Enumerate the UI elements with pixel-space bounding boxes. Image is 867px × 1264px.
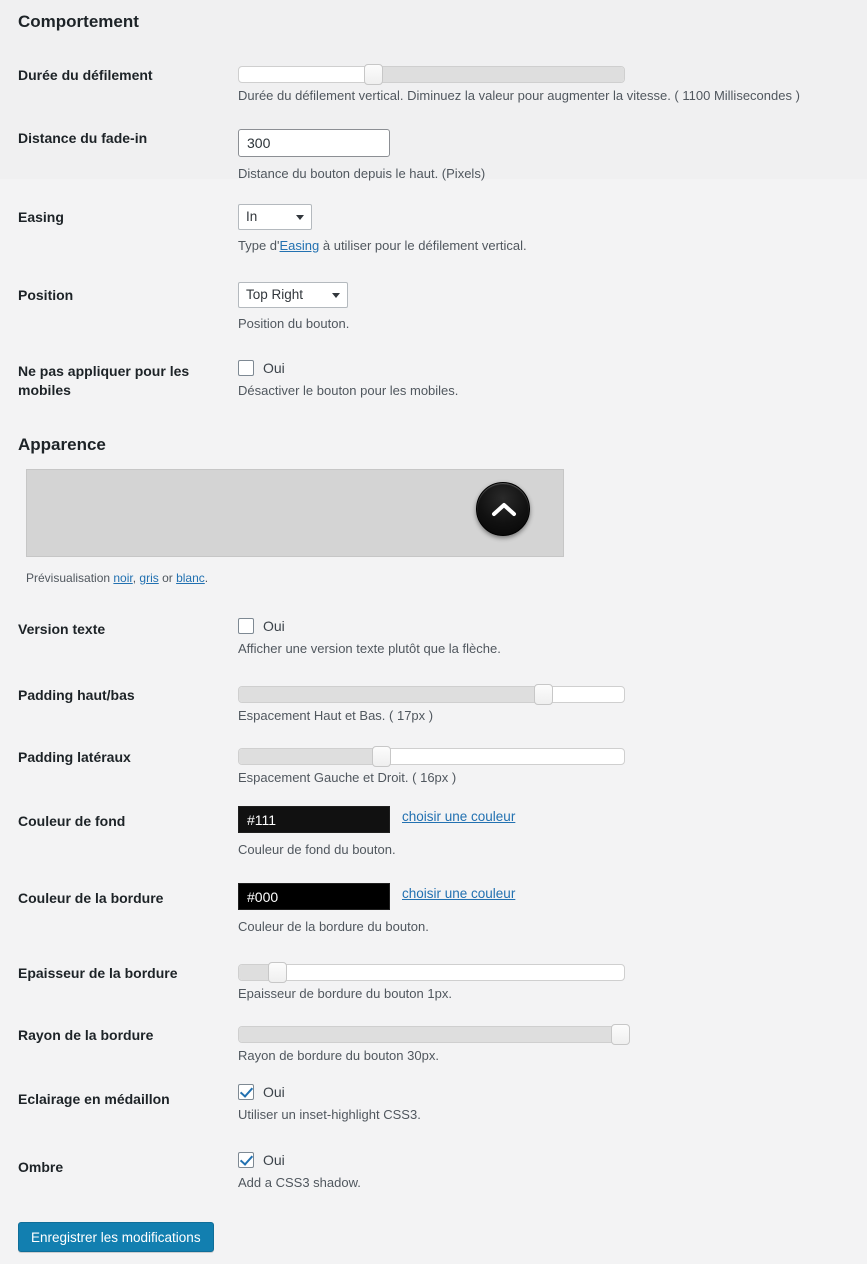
link-preview-gray[interactable]: gris — [139, 571, 158, 585]
slider-track-fill — [377, 67, 624, 82]
preview-links-intro: Prévisualisation — [26, 571, 114, 585]
slider-track-fill — [239, 749, 382, 764]
label-border-color: Couleur de la bordure — [18, 890, 164, 906]
desc-padding-horizontal: Espacement Gauche et Droit. ( 16px ) — [238, 770, 457, 785]
label-fade-distance: Distance du fade-in — [18, 130, 148, 146]
label-background-color: Couleur de fond — [18, 813, 126, 829]
desc-scroll-duration: Durée du défilement vertical. Diminuez l… — [238, 88, 800, 103]
desc-easing: Type d'Easing à utiliser pour le défilem… — [238, 237, 527, 254]
label-padding-horizontal: Padding latéraux — [18, 749, 131, 765]
link-preview-black[interactable]: noir — [113, 571, 132, 585]
link-pick-border-color[interactable]: choisir une couleur — [402, 886, 515, 901]
save-changes-button[interactable]: Enregistrer les modifications — [18, 1222, 214, 1252]
desc-border-width: Epaisseur de bordure du bouton 1px. — [238, 986, 452, 1001]
checkbox-inset-highlight-wrapper[interactable]: Oui — [238, 1084, 421, 1100]
checkbox-disable-mobile-wrapper[interactable]: Oui — [238, 360, 458, 376]
checkbox-disable-mobile[interactable] — [238, 360, 254, 376]
slider-padding-horizontal[interactable] — [238, 746, 625, 767]
checkbox-text-version-wrapper[interactable]: Oui — [238, 618, 501, 634]
desc-border-color: Couleur de la bordure du bouton. — [238, 919, 429, 934]
input-border-color[interactable] — [238, 883, 390, 910]
preview-links-end: . — [204, 571, 209, 585]
slider-padding-vertical[interactable] — [238, 684, 625, 705]
checkbox-shadow[interactable] — [238, 1152, 254, 1168]
desc-easing-suffix: à utiliser pour le défilement vertical. — [319, 238, 527, 253]
slider-border-width[interactable] — [238, 962, 625, 983]
desc-shadow: Add a CSS3 shadow. — [238, 1175, 361, 1190]
desc-text-version: Afficher une version texte plutôt que la… — [238, 641, 501, 656]
label-border-radius: Rayon de la bordure — [18, 1027, 154, 1043]
label-easing: Easing — [18, 209, 64, 225]
desc-padding-vertical: Espacement Haut et Bas. ( 17px ) — [238, 708, 434, 723]
desc-border-radius: Rayon de bordure du bouton 30px. — [238, 1048, 439, 1063]
button-preview-box — [26, 469, 564, 557]
chevron-down-icon — [296, 215, 304, 220]
label-shadow: Ombre — [18, 1159, 64, 1175]
slider-scroll-duration[interactable] — [238, 64, 625, 85]
chevron-down-icon — [332, 293, 340, 298]
slider-border-radius[interactable] — [238, 1024, 630, 1045]
select-easing-value: In — [246, 209, 258, 224]
slider-handle[interactable] — [267, 962, 287, 983]
slider-track-fill — [239, 1027, 621, 1042]
desc-background-color: Couleur de fond du bouton. — [238, 842, 396, 857]
slider-track-fill — [239, 687, 544, 702]
label-disable-mobile: Ne pas appliquer pour les mobiles — [18, 363, 190, 398]
slider-handle[interactable] — [364, 64, 384, 85]
input-fade-distance[interactable] — [238, 129, 390, 157]
desc-easing-prefix: Type d' — [238, 238, 280, 253]
slider-handle[interactable] — [533, 684, 553, 705]
desc-inset-highlight: Utiliser un inset-highlight CSS3. — [238, 1107, 421, 1122]
checkbox-text-version[interactable] — [238, 618, 254, 634]
label-border-width: Epaisseur de la bordure — [18, 965, 178, 981]
select-easing[interactable]: In — [238, 204, 312, 230]
label-inset-highlight: Eclairage en médaillon — [18, 1091, 170, 1107]
section-heading-appearance: Apparence — [18, 435, 106, 454]
link-preview-white[interactable]: blanc — [176, 571, 205, 585]
label-text-version: Version texte — [18, 621, 106, 637]
checkbox-inset-highlight-label: Oui — [263, 1084, 285, 1100]
preview-links-sep2: or — [158, 571, 177, 585]
preview-scroll-top-button[interactable] — [476, 482, 530, 536]
desc-disable-mobile: Désactiver le bouton pour les mobiles. — [238, 383, 459, 398]
desc-fade-distance: Distance du bouton depuis le haut. (Pixe… — [238, 166, 486, 181]
checkbox-shadow-wrapper[interactable]: Oui — [238, 1152, 361, 1168]
checkbox-text-version-label: Oui — [263, 618, 285, 634]
chevron-up-icon — [492, 503, 516, 516]
link-pick-background-color[interactable]: choisir une couleur — [402, 809, 515, 824]
checkbox-disable-mobile-label: Oui — [263, 360, 285, 376]
checkbox-inset-highlight[interactable] — [238, 1084, 254, 1100]
preview-color-links: Prévisualisation noir, gris or blanc. — [26, 571, 208, 585]
label-position: Position — [18, 287, 74, 303]
label-padding-vertical: Padding haut/bas — [18, 687, 135, 703]
input-background-color[interactable] — [238, 806, 390, 833]
desc-position: Position du bouton. — [238, 316, 350, 331]
select-position[interactable]: Top Right — [238, 282, 348, 308]
label-scroll-duration: Durée du défilement — [18, 67, 153, 83]
section-heading-behavior: Comportement — [18, 12, 139, 31]
slider-handle[interactable] — [610, 1024, 630, 1045]
select-position-value: Top Right — [246, 287, 304, 302]
slider-handle[interactable] — [371, 746, 391, 767]
link-easing[interactable]: Easing — [280, 238, 320, 253]
checkbox-shadow-label: Oui — [263, 1152, 285, 1168]
